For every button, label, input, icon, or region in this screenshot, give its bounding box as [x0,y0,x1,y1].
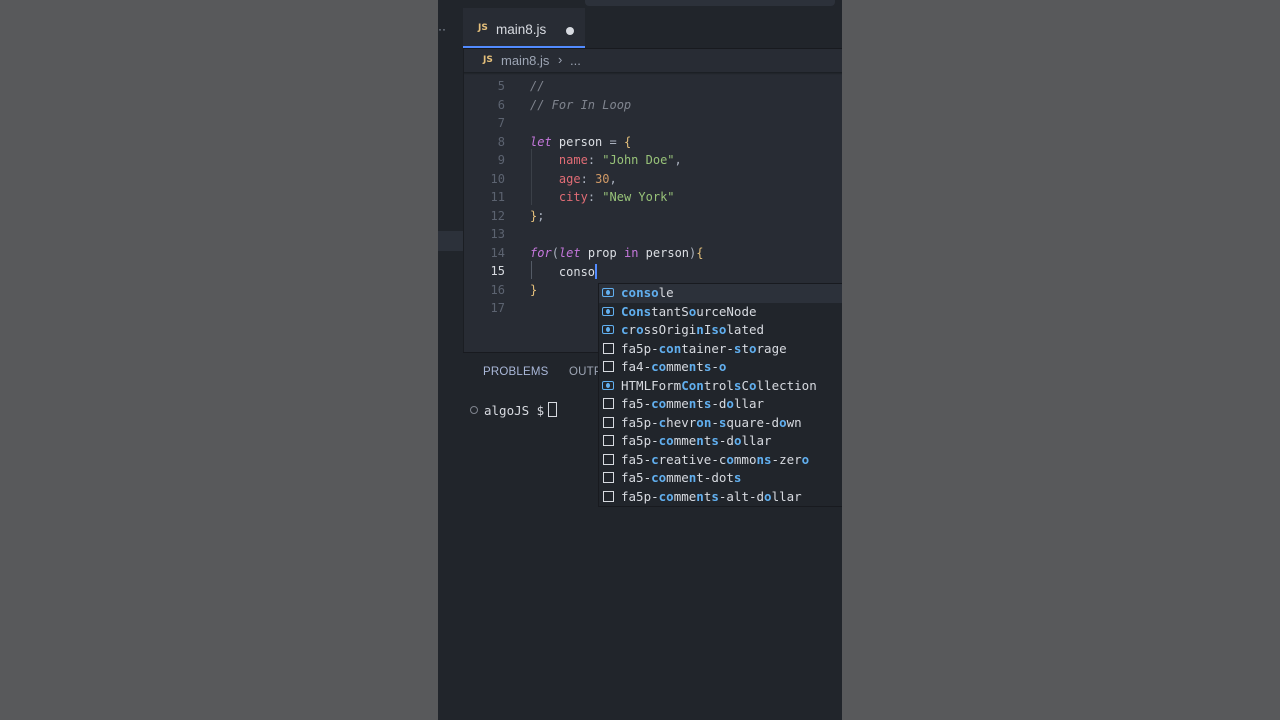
suggestion-item[interactable]: fa5p-comments-alt-dollar [599,488,842,507]
suggestion-item[interactable]: fa5-comments-dollar [599,395,842,414]
code-line: // For In Loop [530,97,632,112]
suggestion-item[interactable]: fa5-comment-dots [599,469,842,488]
suggestion-item[interactable]: fa5p-chevron-square-down [599,414,842,433]
suggestion-label: crossOriginIsolated [621,322,765,337]
video-letterbox-right [842,0,1280,720]
suggestion-item[interactable]: ConstantSourceNode [599,303,842,322]
line-number: 17 [490,301,505,315]
chevron-right-icon: › [558,52,563,67]
variable-icon [602,288,614,297]
terminal-cursor [548,402,558,417]
suggestion-label: fa5-comment-dots [621,470,742,485]
editor-window: ·· JS main8.js JS main8.js › ... 5 // 6 //… [438,0,842,720]
code-line-current: conso [558,264,598,279]
text-icon [603,361,614,372]
tab-output[interactable]: OUTP [569,366,602,378]
title-bar [463,0,842,8]
code-line: // [530,79,545,93]
line-number: 11 [490,190,505,204]
suggestion-label: console [621,285,674,300]
code-line: } [530,282,538,297]
suggestion-label: fa5p-comments-alt-dollar [621,488,802,504]
breadcrumb-more[interactable]: ... [570,53,581,68]
suggestion-label: fa4-comments-o [621,359,727,374]
more-dots-icon[interactable]: ·· [438,22,446,36]
suggestion-label: fa5p-container-storage [621,340,787,356]
variable-icon [602,325,614,334]
line-number: 5 [497,79,505,93]
suggestion-label: fa5-creative-commons-zero [621,451,810,467]
tab-label: main8.js [496,22,547,37]
line-number: 9 [497,153,505,167]
line-number: 13 [490,227,505,241]
text-icon [603,472,614,483]
breadcrumb-file[interactable]: main8.js [501,53,549,68]
activity-highlight [438,231,463,251]
line-number: 14 [490,245,505,260]
suggestion-item[interactable]: HTMLFormControlsCollection [599,377,842,396]
code-line: }; [530,208,545,223]
code-line: city: "New York" [558,190,675,204]
line-number: 7 [497,116,505,130]
code-line: age: 30, [558,171,617,186]
line-number: 6 [497,97,505,112]
suggestion-item[interactable]: console [599,284,842,303]
terminal-line[interactable]: algoJS $ [470,402,558,418]
unsaved-dot-icon[interactable] [566,27,574,35]
tab-bar: JS main8.js [463,8,842,49]
suggestion-label: ConstantSourceNode [621,303,757,319]
line-number-current: 15 [490,264,505,278]
command-center[interactable] [585,0,835,6]
line-number: 10 [490,171,505,186]
text-icon [603,342,614,354]
suggestion-item[interactable]: fa4-comments-o [599,358,842,377]
js-file-icon: JS [478,23,488,33]
line-number: 12 [490,208,505,223]
text-icon [603,435,614,446]
line-number: 8 [497,134,505,149]
activity-bar: ·· [438,0,464,720]
suggestion-label: fa5p-comments-dollar [621,433,772,448]
text-icon [603,398,614,409]
suggestion-label: HTMLFormControlsCollection [621,377,817,393]
suggestion-label: fa5-comments-dollar [621,396,765,411]
code-line: name: "John Doe", [558,153,682,167]
suggestion-item[interactable]: fa5p-container-storage [599,340,842,359]
autocomplete-popup: console ConstantSourceNode crossOriginIsol… [598,283,842,507]
breadcrumb: JS main8.js › ... [463,50,842,72]
suggestion-item[interactable]: fa5p-comments-dollar [599,432,842,451]
tab-problems[interactable]: PROBLEMS [483,366,549,378]
suggestion-item[interactable]: fa5-creative-commons-zero [599,451,842,470]
text-icon [603,453,614,465]
suggestion-item[interactable]: crossOriginIsolated [599,321,842,340]
variable-icon [602,306,614,316]
circle-icon [470,406,478,414]
text-icon [603,416,614,428]
tab-main8-js[interactable]: JS main8.js [463,8,585,48]
video-letterbox-left [0,0,438,720]
suggestion-label: fa5p-chevron-square-down [621,414,802,430]
code-line: let person = { [530,134,632,149]
line-number: 16 [490,282,505,297]
terminal-prompt: algoJS $ [484,403,545,418]
variable-icon [602,380,614,390]
text-cursor [595,264,598,279]
code-line: for(let prop in person){ [530,245,704,260]
text-icon [603,490,614,502]
js-file-icon: JS [483,55,493,65]
